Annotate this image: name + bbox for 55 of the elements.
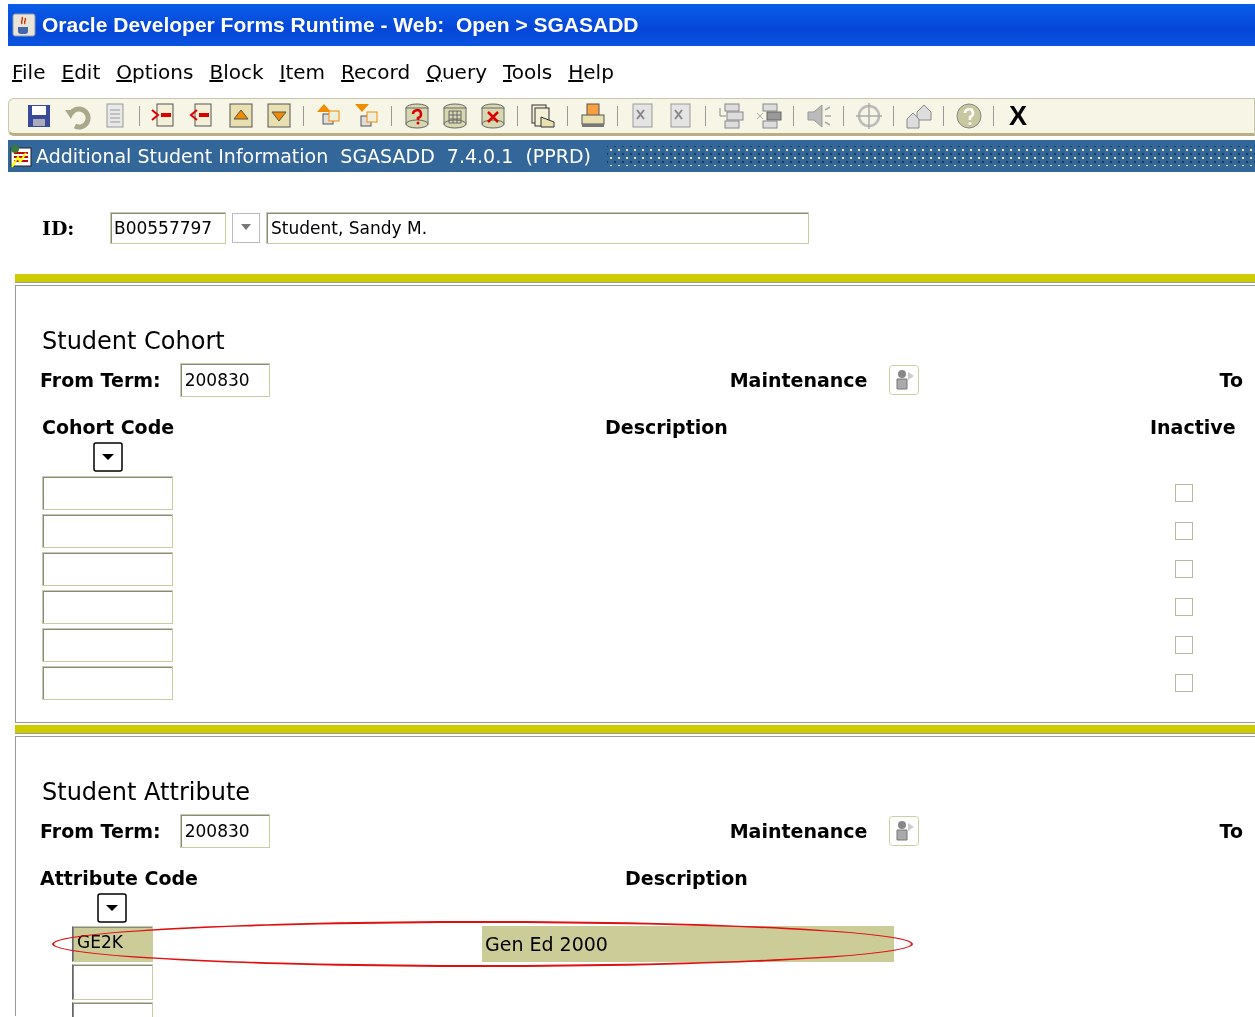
form-icon bbox=[8, 143, 34, 169]
maintenance-label: Maintenance bbox=[729, 369, 868, 391]
database-x-icon[interactable] bbox=[479, 102, 507, 130]
menu-item[interactable]: Edit bbox=[61, 60, 101, 84]
printer-icon[interactable] bbox=[579, 102, 607, 130]
id-field[interactable]: B00557797 bbox=[110, 212, 226, 244]
cohort-code-field[interactable] bbox=[42, 514, 173, 548]
cohort-code-field[interactable] bbox=[42, 590, 173, 624]
dropdown-button[interactable] bbox=[97, 893, 127, 923]
pages-envelope-icon[interactable] bbox=[529, 102, 557, 130]
database-grid-icon[interactable] bbox=[441, 102, 469, 130]
column-header: Description bbox=[605, 416, 729, 438]
menu-item[interactable]: Tools bbox=[502, 60, 553, 84]
menu-item[interactable]: Block bbox=[209, 60, 264, 84]
java-cup-icon bbox=[12, 13, 36, 37]
menu-item[interactable]: Help bbox=[568, 60, 614, 84]
stack-down-arrow-icon[interactable] bbox=[353, 102, 381, 130]
linked-boxes-icon[interactable] bbox=[755, 102, 783, 130]
dropdown-button[interactable] bbox=[93, 442, 123, 472]
column-header: Cohort Code bbox=[42, 416, 176, 438]
menu-item[interactable]: Options bbox=[116, 60, 194, 84]
cohort-code-field[interactable] bbox=[42, 666, 173, 700]
from-term-field[interactable]: 200830 bbox=[179, 363, 270, 397]
crosshair-icon[interactable] bbox=[855, 102, 883, 130]
exit-button[interactable]: X bbox=[1005, 101, 1031, 131]
attribute-code-field[interactable] bbox=[72, 964, 153, 1000]
houses-icon[interactable] bbox=[905, 102, 933, 130]
from-term-field[interactable]: 200830 bbox=[179, 814, 270, 848]
attribute-code-field[interactable]: GE2K bbox=[72, 926, 153, 962]
speaker-icon[interactable] bbox=[805, 102, 833, 130]
cohort-code-field[interactable] bbox=[42, 628, 173, 662]
menu-item[interactable]: Query bbox=[426, 60, 487, 84]
section-title: Student Cohort bbox=[42, 326, 226, 356]
database-question-icon[interactable] bbox=[403, 102, 431, 130]
window-title: Oracle Developer Forms Runtime - Web: Open > SGASADD bbox=[42, 13, 639, 37]
description-field: Gen Ed 2000 bbox=[482, 926, 894, 962]
menu-item[interactable]: Item bbox=[279, 60, 326, 84]
column-header: Inactive bbox=[1150, 416, 1236, 438]
column-header: Description bbox=[625, 867, 748, 889]
from-term-label: From Term: bbox=[40, 820, 161, 842]
maintenance-label: Maintenance bbox=[729, 820, 868, 842]
cohort-code-field[interactable] bbox=[42, 476, 173, 510]
cohort-code-field[interactable] bbox=[42, 552, 173, 586]
to-label: To bbox=[1219, 820, 1243, 842]
menu-item[interactable]: File bbox=[12, 60, 46, 84]
help-icon[interactable] bbox=[955, 102, 983, 130]
from-term-label: From Term: bbox=[40, 369, 161, 391]
id-label: ID: bbox=[42, 217, 76, 239]
form-title: Additional Student Information SGASADD 7.4.0.1 (PPRD) bbox=[36, 145, 591, 167]
column-header: Attribute Code bbox=[40, 867, 199, 889]
name-field: Student, Sandy M. bbox=[266, 212, 809, 244]
section-title: Student Attribute bbox=[42, 777, 252, 807]
linked-boxes-icon[interactable] bbox=[717, 102, 745, 130]
menu-item[interactable]: Record bbox=[341, 60, 411, 84]
to-label: To bbox=[1219, 369, 1243, 391]
